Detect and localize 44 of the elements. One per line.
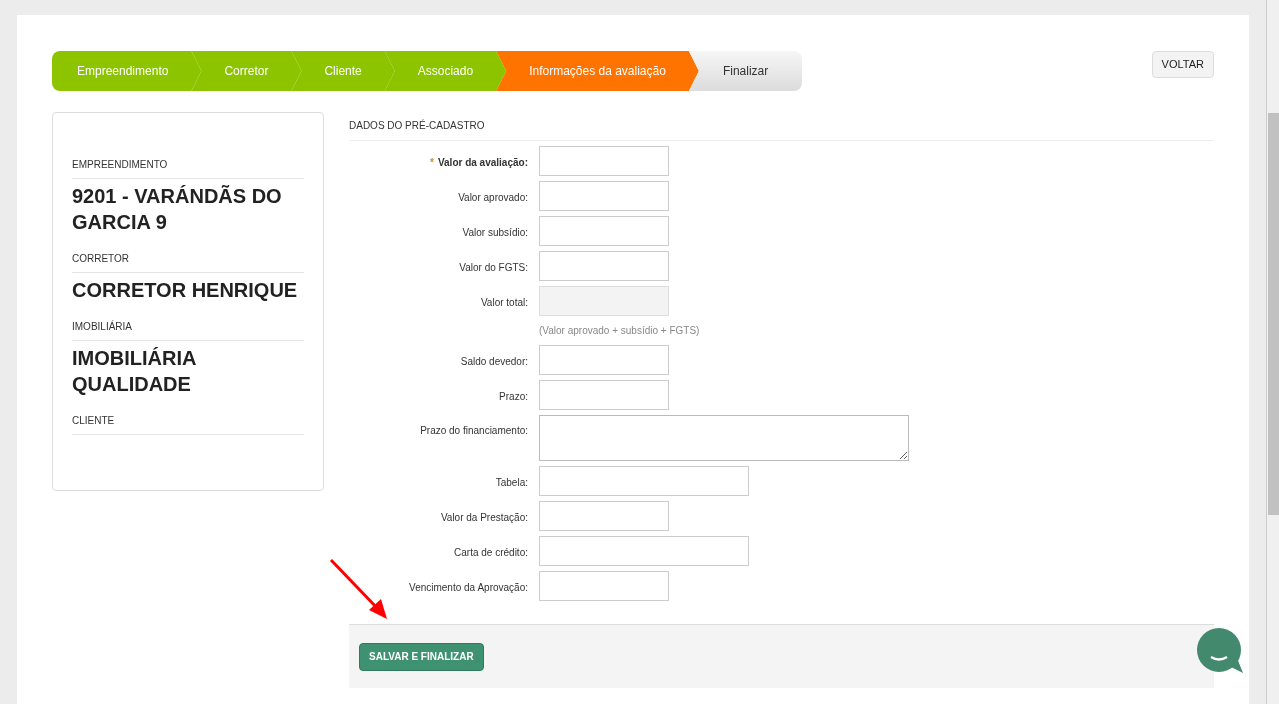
summary-value: IMOBILIÁRIA QUALIDADE	[72, 346, 197, 397]
step-tab[interactable]: Informações da avaliação	[496, 51, 699, 91]
summary-label: EMPREENDIMENTO	[72, 157, 304, 179]
field-label: Valor da Prestação:	[440, 511, 528, 525]
input-field[interactable]	[539, 466, 749, 496]
input-field[interactable]	[539, 146, 669, 176]
input-field[interactable]	[539, 216, 669, 246]
input-field[interactable]	[539, 251, 669, 281]
chat-icon[interactable]	[1197, 628, 1244, 675]
field-label: Prazo do financiamento:	[420, 424, 528, 438]
step-tab[interactable]: Corretor	[191, 51, 302, 91]
back-button[interactable]: VOLTAR	[1151, 51, 1214, 78]
summary-label: IMOBILIÁRIA	[72, 319, 304, 341]
input-field[interactable]	[539, 181, 669, 211]
field-label: Valor subsídio:	[462, 226, 528, 240]
summary-value: CORRETOR HENRIQUE	[72, 278, 299, 303]
field-label: Saldo devedor:	[460, 355, 528, 369]
summary-label: CLIENTE	[72, 413, 304, 435]
field-hint: (Valor aprovado + subsídio + FGTS)	[539, 324, 700, 338]
field-label: Vencimento da Aprovação:	[409, 581, 528, 595]
save-button[interactable]: SALVAR E FINALIZAR	[359, 642, 484, 671]
step-tab[interactable]: Cliente	[291, 51, 395, 91]
input-field[interactable]	[539, 571, 669, 601]
input-field[interactable]	[539, 536, 749, 566]
scrollbar[interactable]	[1266, 0, 1279, 704]
summary-value: 9201 - VARÁNDÃS DO GARCIA 9	[72, 184, 283, 235]
summary-label: CORRETOR	[72, 251, 304, 273]
field-label: Prazo:	[499, 390, 528, 404]
required-mark: *	[430, 156, 434, 170]
step-tab[interactable]: Associado	[384, 51, 507, 91]
input-field[interactable]	[539, 501, 669, 531]
field-label: Valor aprovado:	[458, 191, 528, 205]
step-tab[interactable]: Empreendimento	[52, 51, 202, 91]
input-field[interactable]	[539, 286, 669, 316]
field-label: Valor da avaliação:	[437, 156, 528, 170]
step-tab[interactable]: Finalizar	[688, 51, 803, 91]
field-label: Valor total:	[480, 296, 528, 310]
field-label: Carta de crédito:	[454, 546, 528, 560]
field-label: Tabela:	[495, 476, 528, 490]
field-label: Valor do FGTS:	[459, 261, 528, 275]
input-field[interactable]	[539, 380, 669, 410]
section-title: DADOS DO PRÉ-CADASTRO	[349, 112, 1214, 141]
text-area[interactable]	[539, 415, 909, 461]
input-field[interactable]	[539, 345, 669, 375]
